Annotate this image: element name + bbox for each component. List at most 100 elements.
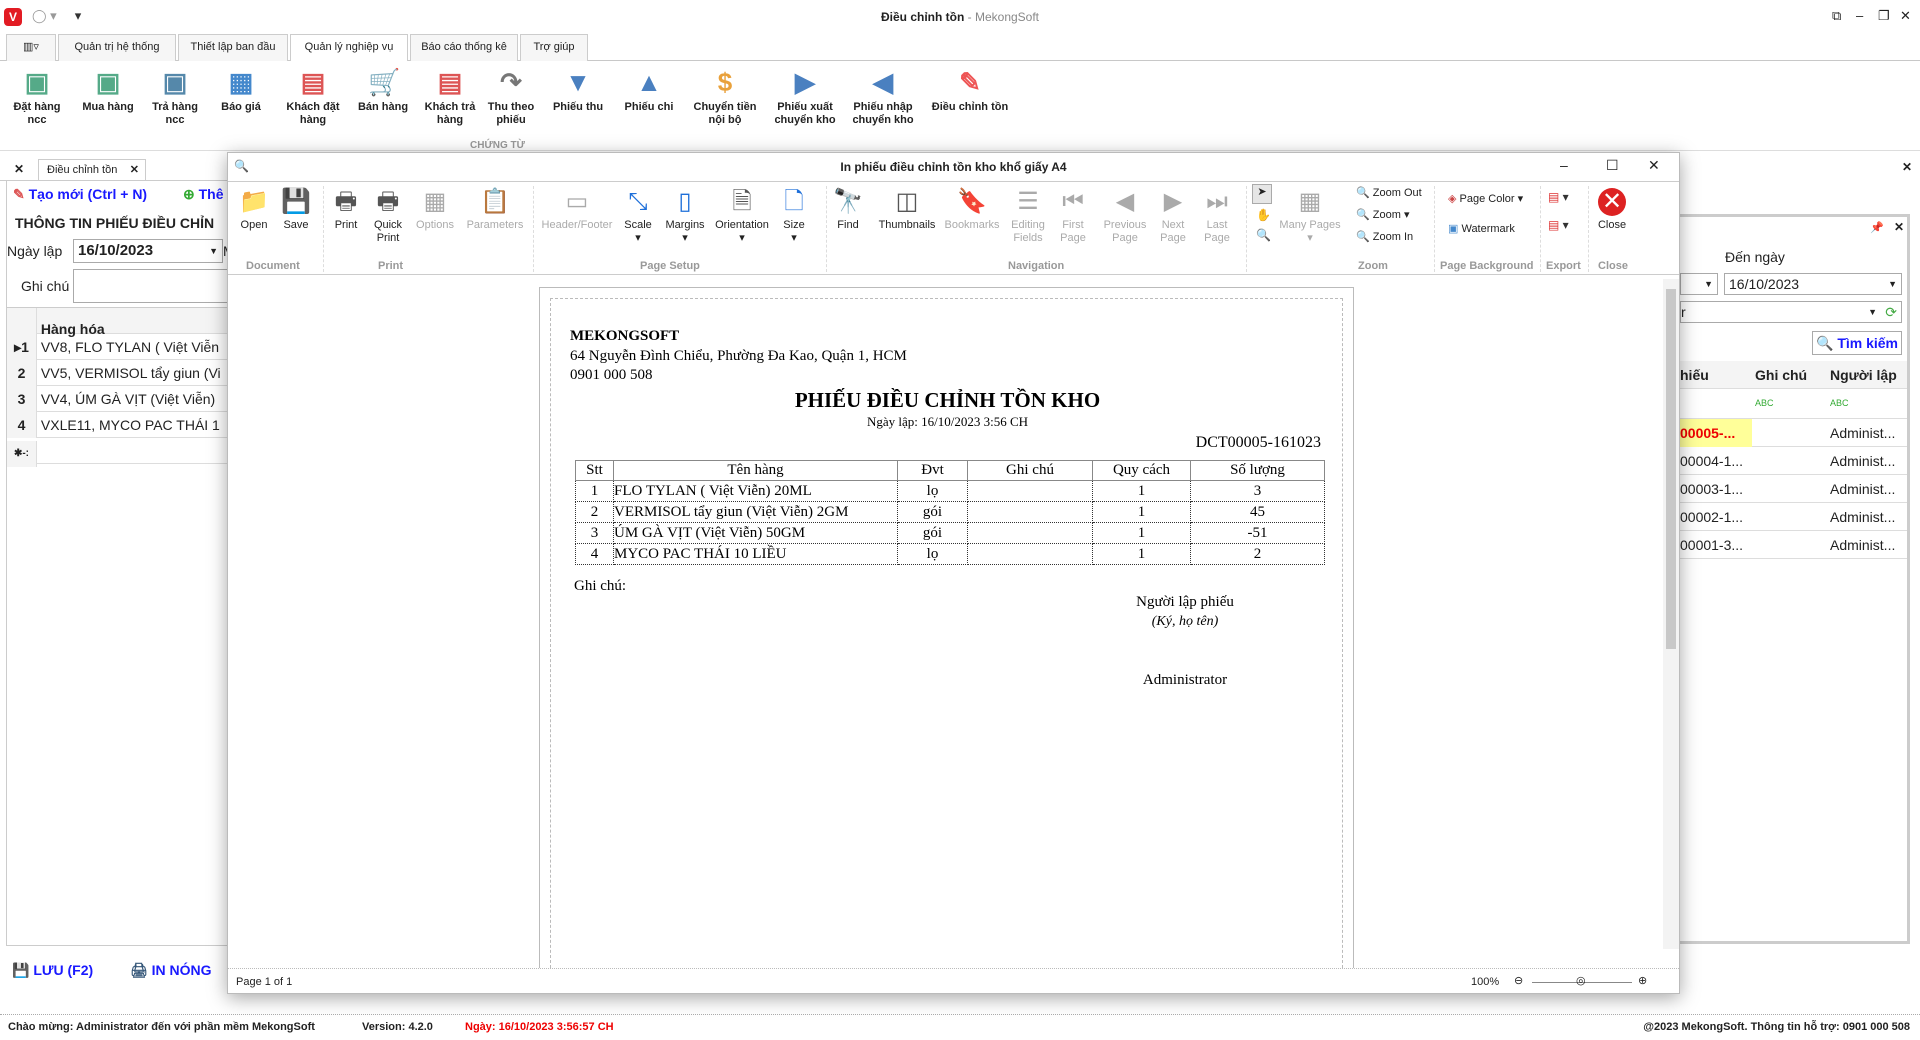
- zoom-in-icon[interactable]: ⊕: [1638, 974, 1647, 987]
- zoom-out-button[interactable]: 🔍 Zoom Out: [1356, 186, 1422, 199]
- close-pane-icon[interactable]: ✕: [1902, 160, 1912, 174]
- ribbon-phieu-nhap[interactable]: ◀ Phiếu nhập chuyển kho: [848, 67, 918, 127]
- print-button[interactable]: 🖶 Print: [328, 188, 364, 232]
- scale-button[interactable]: ⤡ Scale ▾: [622, 188, 654, 245]
- title-bar: V ◯ ▾ ▾ Điều chỉnh tồn - MekongSoft ⧉ – …: [0, 0, 1920, 34]
- close-icon[interactable]: ✕: [1894, 220, 1904, 234]
- dropdown-icon[interactable]: ▼: [1868, 302, 1877, 322]
- note-input[interactable]: [73, 269, 233, 303]
- from-date-field[interactable]: ▼: [1680, 273, 1718, 295]
- ribbon-khach-dat-hang[interactable]: ▤ Khách đặt hàng: [282, 67, 344, 127]
- new-row[interactable]: ✱-:: [7, 438, 229, 467]
- close-icon[interactable]: ✕: [130, 160, 139, 180]
- ribbon-chuyen-tien[interactable]: $ Chuyển tiền nội bộ: [692, 67, 758, 127]
- ribbon-thu-theo-phieu[interactable]: ↷ Thu theo phiếu: [480, 67, 542, 127]
- ribbon-dat-hang-ncc[interactable]: ▣ Đặt hàng ncc: [6, 67, 68, 127]
- table-row[interactable]: 00003-1... Administ...: [1680, 475, 1907, 503]
- table-row[interactable]: 00001-3... Administ...: [1680, 531, 1907, 559]
- find-button[interactable]: 🔭 Find: [832, 188, 864, 232]
- vertical-scrollbar[interactable]: [1663, 279, 1679, 949]
- tab-operations[interactable]: Quản lý nghiệp vụ: [290, 34, 408, 62]
- ribbon-tra-hang-ncc[interactable]: ▣ Trả hàng ncc: [144, 67, 206, 127]
- ribbon-phieu-thu[interactable]: ▼ Phiếu thu: [547, 67, 609, 114]
- cell: VXLE11, MYCO PAC THÁI 1: [40, 417, 220, 433]
- to-date-field[interactable]: 16/10/2023 ▼: [1724, 273, 1902, 295]
- watermark-button[interactable]: ▣ Watermark: [1448, 222, 1515, 235]
- close-button[interactable]: ✕: [1648, 157, 1660, 174]
- table-row[interactable]: 3 VV4, ÚM GÀ VỊT (Việt Viễn): [7, 386, 229, 412]
- pin-icon[interactable]: 📌: [1870, 221, 1884, 234]
- ribbon-mua-hang[interactable]: ▣ Mua hàng: [77, 67, 139, 114]
- dropdown-icon[interactable]: ▼: [1888, 274, 1897, 294]
- save-button[interactable]: 💾 LƯU (F2): [12, 962, 93, 979]
- previous-page-button[interactable]: ◀ Previous Page: [1102, 188, 1148, 245]
- ribbon-dieu-chinh-ton[interactable]: ✎ Điều chỉnh tồn: [926, 67, 1014, 114]
- to-date-label: Đến ngày: [1725, 249, 1785, 265]
- value: 16/10/2023: [1729, 276, 1800, 292]
- app-menu-button[interactable]: ▥▿: [6, 34, 56, 61]
- zoom-dropdown[interactable]: 🔍 Zoom ▾: [1356, 208, 1409, 221]
- zoom-in-button[interactable]: 🔍 Zoom In: [1356, 230, 1413, 243]
- minimize-button[interactable]: –: [1856, 8, 1863, 23]
- doc-tab[interactable]: Điều chỉnh tồn ✕: [38, 159, 146, 181]
- tab-admin[interactable]: Quản trị hệ thống: [58, 34, 176, 61]
- editing-fields-button[interactable]: ☰ Editing Fields: [1008, 188, 1048, 245]
- many-pages-button[interactable]: ▦ Many Pages ▾: [1278, 188, 1342, 245]
- zoom-slider-thumb[interactable]: ◎: [1576, 974, 1586, 987]
- restore-icon[interactable]: ⧉: [1832, 8, 1841, 24]
- ribbon-phieu-xuat[interactable]: ▶ Phiếu xuất chuyển kho: [770, 67, 840, 127]
- export-pdf-button[interactable]: ▤ ▾: [1548, 190, 1569, 204]
- print-button[interactable]: 🖨 IN NÓNG: [130, 962, 212, 979]
- first-page-button[interactable]: ⏮ First Page: [1056, 188, 1090, 245]
- page-color-button[interactable]: ◈ Page Color ▾: [1448, 192, 1523, 205]
- quick-print-button[interactable]: 🖶 Quick Print: [370, 188, 406, 245]
- table-row[interactable]: 4 VXLE11, MYCO PAC THÁI 1: [7, 412, 229, 438]
- add-button[interactable]: ⊕ Thê: [183, 186, 224, 203]
- size-button[interactable]: 🗋 Size ▾: [778, 188, 810, 245]
- filter-combo[interactable]: r ▼ ⟳: [1680, 301, 1902, 323]
- orientation-button[interactable]: 🗎 Orientation ▾: [712, 188, 772, 245]
- zoom-out-icon[interactable]: ⊖: [1514, 974, 1523, 987]
- next-page-button[interactable]: ▶ Next Page: [1156, 188, 1190, 245]
- close-all-icon[interactable]: ✕: [14, 162, 24, 176]
- last-page-button[interactable]: ⏭ Last Page: [1200, 188, 1234, 245]
- save-button[interactable]: 💾 Save: [280, 188, 312, 232]
- close-button[interactable]: ✕: [1900, 8, 1911, 24]
- hand-tool-icon[interactable]: ✋: [1256, 208, 1271, 222]
- pointer-tool-icon[interactable]: ➤: [1252, 184, 1272, 204]
- table-row[interactable]: 00005-... Administ...: [1680, 419, 1907, 447]
- maximize-button[interactable]: ❐: [1878, 8, 1890, 24]
- export-email-button[interactable]: ▤ ▾: [1548, 218, 1569, 232]
- bookmarks-button[interactable]: 🔖 Bookmarks: [944, 188, 1000, 232]
- table-row[interactable]: 00002-1... Administ...: [1680, 503, 1907, 531]
- ribbon-bao-gia[interactable]: ▦ Báo giá: [210, 67, 272, 114]
- date-field[interactable]: 16/10/2023 ▼: [73, 239, 223, 263]
- minimize-button[interactable]: –: [1560, 157, 1568, 173]
- tab-reports[interactable]: Báo cáo thống kê: [410, 34, 518, 61]
- table-row[interactable]: 2 VV5, VERMISOL tẩy giun (Vi: [7, 360, 229, 386]
- ribbon-phieu-chi[interactable]: ▲ Phiếu chi: [618, 67, 680, 114]
- filter-row[interactable]: ABC ABC: [1680, 389, 1907, 419]
- thumbnails-button[interactable]: ◫ Thumbnails: [878, 188, 936, 232]
- new-button[interactable]: ✎ Tạo mới (Ctrl + N): [13, 186, 147, 203]
- table-row[interactable]: ▸1 VV8, FLO TYLAN ( Việt Viễn: [7, 334, 229, 360]
- open-button[interactable]: 📁 Open: [238, 188, 270, 232]
- tab-help[interactable]: Trợ giúp: [520, 34, 588, 61]
- label: Thu theo phiếu: [487, 101, 535, 126]
- report-date: Ngày lập: 16/10/2023 3:56 CH: [866, 414, 1029, 429]
- search-button[interactable]: 🔍 Tìm kiếm: [1812, 331, 1902, 355]
- margins-button[interactable]: ▯ Margins ▾: [664, 188, 706, 245]
- header-footer-button[interactable]: ▭ Header/Footer: [540, 188, 614, 232]
- magnifier-tool-icon[interactable]: 🔍: [1256, 228, 1271, 242]
- maximize-button[interactable]: ☐: [1606, 157, 1619, 174]
- close-preview-button[interactable]: ✕ Close: [1594, 188, 1630, 232]
- preview-ribbon: 📁 Open 💾 Save 🖶 Print 🖶 Quick Print ▦ Options…: [228, 181, 1679, 275]
- ribbon-khach-tra-hang[interactable]: ▤ Khách trả hàng: [419, 67, 481, 127]
- parameters-button[interactable]: 📋 Parameters: [466, 188, 524, 232]
- refresh-icon[interactable]: ⟳: [1885, 302, 1897, 322]
- ribbon-ban-hang[interactable]: 🛒 Bán hàng: [352, 67, 414, 114]
- table-row[interactable]: 00004-1... Administ...: [1680, 447, 1907, 475]
- options-button[interactable]: ▦ Options: [414, 188, 456, 232]
- tab-setup[interactable]: Thiết lập ban đầu: [178, 34, 288, 61]
- dropdown-icon[interactable]: ▼: [209, 240, 218, 262]
